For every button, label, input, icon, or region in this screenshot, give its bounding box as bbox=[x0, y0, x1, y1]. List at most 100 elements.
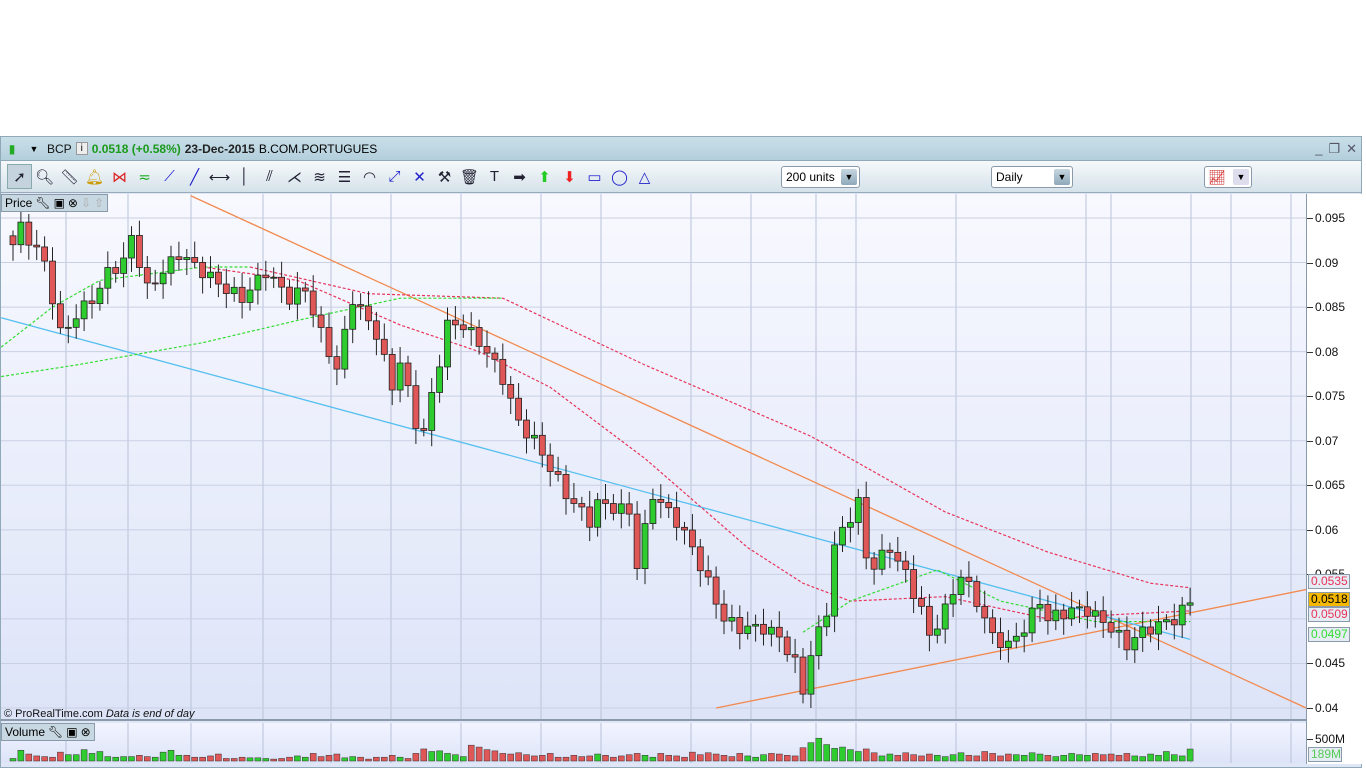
arrow-down-tool-button[interactable]: ⬇ bbox=[557, 164, 582, 189]
candle-body bbox=[989, 617, 996, 634]
horizontal-line-tool-button[interactable]: ⟷ bbox=[207, 164, 232, 189]
volume-bar bbox=[1060, 755, 1067, 762]
tools-tool-button[interactable]: ⚒ bbox=[432, 164, 457, 189]
triangle-tool-button[interactable]: △ bbox=[632, 164, 657, 189]
volume-bar bbox=[183, 755, 191, 762]
volume-bar bbox=[17, 749, 25, 762]
volume-bar bbox=[175, 755, 183, 762]
candle bbox=[894, 536, 902, 572]
alert-bell-tool-button[interactable]: 🔔︎ bbox=[82, 164, 107, 189]
fibonacci-tool-button[interactable]: ☰ bbox=[332, 164, 357, 189]
volume-bar bbox=[523, 754, 530, 762]
candle bbox=[617, 489, 625, 529]
candle-body bbox=[104, 267, 112, 289]
move-down-icon[interactable]: ⇩ bbox=[81, 196, 91, 210]
triangle-pattern-tool-button[interactable]: ⋈ bbox=[107, 164, 132, 189]
candle-body bbox=[602, 499, 609, 504]
arrow-right-tool-button[interactable]: ➡ bbox=[507, 164, 532, 189]
zoom-tool-button[interactable]: 🔍︎ bbox=[32, 164, 57, 189]
volume-bar bbox=[894, 755, 902, 762]
point-segment-icon: ⤢ bbox=[388, 168, 401, 185]
crossed-lines-tool-button[interactable]: ✕ bbox=[407, 164, 432, 189]
volume-bar bbox=[341, 757, 349, 762]
candle-body bbox=[902, 560, 910, 570]
candle bbox=[657, 484, 665, 519]
point-segment-tool-button[interactable]: ⤢ bbox=[382, 164, 407, 189]
segment-tool-button[interactable]: ⟋ bbox=[157, 164, 182, 189]
candle-body bbox=[783, 636, 791, 656]
window-icon[interactable]: ▣ bbox=[54, 196, 65, 210]
wrench-icon[interactable]: 🔧︎ bbox=[35, 196, 50, 210]
window-icon[interactable]: ▣ bbox=[66, 725, 77, 739]
chevron-down-icon[interactable]: ▼ bbox=[1233, 169, 1249, 185]
minimize-icon[interactable]: _ bbox=[1315, 141, 1322, 157]
units-select[interactable]: 200 units ▼ bbox=[781, 166, 860, 188]
volume-bar bbox=[1013, 754, 1020, 762]
arrow-up-tool-button[interactable]: ⬆ bbox=[532, 164, 557, 189]
candle-body bbox=[404, 362, 412, 387]
chevron-down-icon[interactable]: ▼ bbox=[841, 169, 857, 185]
info-icon[interactable]: i bbox=[75, 142, 88, 155]
pointer-tool-button[interactable]: ➚ bbox=[7, 164, 32, 189]
parallel-tool-button[interactable]: ⫽ bbox=[257, 164, 282, 189]
candle-body bbox=[475, 327, 483, 347]
close-panel-icon[interactable]: ⊗ bbox=[68, 196, 78, 210]
trash-tool-button[interactable]: 🗑︎ bbox=[457, 164, 482, 189]
chevron-down-icon[interactable]: ▼ bbox=[25, 140, 43, 158]
wrench-icon[interactable]: 🔧︎ bbox=[48, 725, 63, 739]
candle-body bbox=[1155, 621, 1162, 635]
volume-bar bbox=[1020, 755, 1028, 762]
volume-bar bbox=[483, 749, 491, 762]
volume-bar bbox=[444, 753, 451, 762]
candle bbox=[704, 555, 712, 586]
candle-body bbox=[752, 623, 759, 627]
candle-body bbox=[531, 434, 538, 439]
volume-bar bbox=[1092, 753, 1099, 762]
rectangle-tool-button[interactable]: ▭ bbox=[582, 164, 607, 189]
volume-bar bbox=[1155, 755, 1162, 762]
volume-bar bbox=[815, 737, 823, 762]
symbol[interactable]: BCP bbox=[47, 142, 72, 156]
period-select[interactable]: Daily ▼ bbox=[991, 166, 1073, 188]
trend-channel-tool-button[interactable]: ≋ bbox=[307, 164, 332, 189]
candle-body bbox=[910, 569, 917, 599]
instrument-name: B.COM.PORTUGUES bbox=[258, 141, 378, 156]
candle-body bbox=[1044, 604, 1052, 622]
price-axis[interactable]: 0.095 0.09 0.085 0.08 0.075 0.07 0.065 0.06 0.05… bbox=[1306, 194, 1362, 764]
volume-chart[interactable]: Volume 🔧︎ ▣ ⊗ bbox=[1, 723, 1306, 763]
candle bbox=[96, 281, 104, 311]
volume-bar bbox=[704, 752, 712, 762]
candle bbox=[1084, 591, 1091, 629]
candle-body bbox=[286, 286, 293, 305]
line-tool-button[interactable]: ╱ bbox=[182, 164, 207, 189]
candle-body bbox=[641, 523, 649, 569]
text-tool-button[interactable]: T bbox=[482, 164, 507, 189]
price-chart[interactable]: Price 🔧︎ ▣ ⊗ ⇩ ⇧ © ProRealTime.com Data … bbox=[1, 194, 1306, 721]
fan-lines-tool-button[interactable]: ⋌ bbox=[282, 164, 307, 189]
candle bbox=[586, 490, 594, 542]
candle bbox=[1052, 594, 1060, 631]
candle-body bbox=[523, 419, 530, 439]
candlestick-icon[interactable]: ▮ bbox=[3, 140, 21, 158]
ellipse-tool-button[interactable]: ◯ bbox=[607, 164, 632, 189]
volume-last-label: 189M bbox=[1308, 747, 1342, 762]
candle bbox=[570, 482, 578, 513]
candle-body bbox=[135, 235, 143, 268]
chevron-down-icon[interactable]: ▼ bbox=[1054, 169, 1070, 185]
candle-body bbox=[570, 498, 578, 504]
trend-channel-icon: ≋ bbox=[313, 168, 326, 186]
ruler-tool-button[interactable]: 📏︎ bbox=[57, 164, 82, 189]
restore-icon[interactable]: ❐ bbox=[1328, 141, 1340, 157]
candle bbox=[531, 421, 538, 450]
volume-bar bbox=[49, 756, 56, 762]
close-panel-icon[interactable]: ⊗ bbox=[81, 725, 91, 739]
channel-pattern-tool-button[interactable]: ≂ bbox=[132, 164, 157, 189]
parallel-icon: ⫽ bbox=[266, 168, 273, 185]
vertical-line-tool-button[interactable]: │ bbox=[232, 164, 257, 189]
fibonacci-arcs-tool-button[interactable]: ◠ bbox=[357, 164, 382, 189]
close-icon[interactable]: ✕ bbox=[1346, 141, 1357, 157]
volume-plot bbox=[9, 723, 1292, 763]
move-up-icon[interactable]: ⇧ bbox=[94, 196, 104, 210]
indicators-button[interactable]: 📈︎ ▼ bbox=[1204, 166, 1252, 188]
volume-bar bbox=[918, 755, 925, 762]
